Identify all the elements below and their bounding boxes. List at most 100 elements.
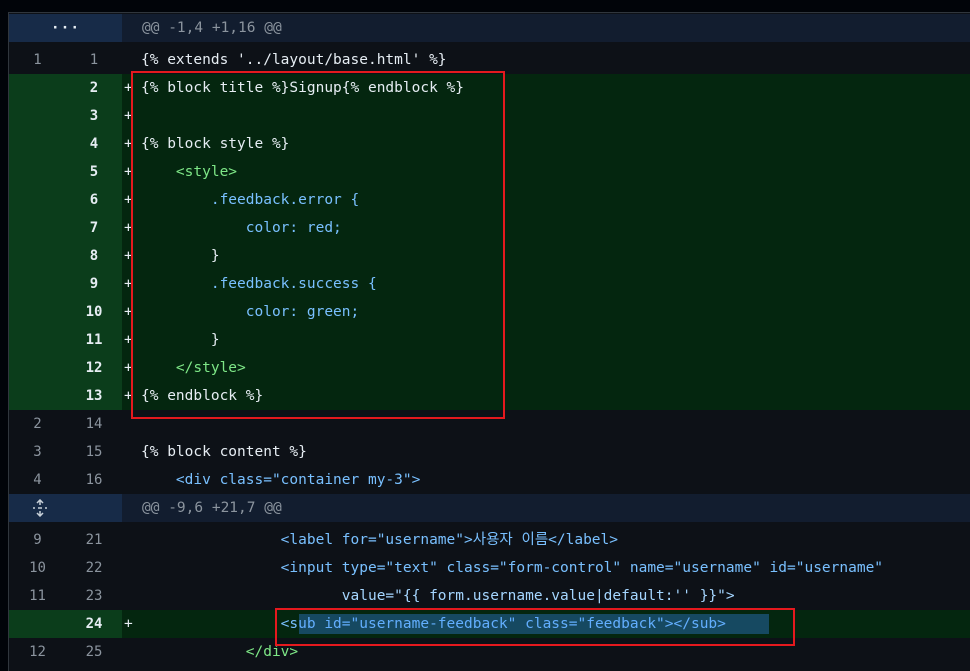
diff-marker: + — [124, 192, 133, 208]
diff-marker — [122, 438, 141, 466]
old-line-number[interactable] — [9, 186, 66, 214]
diff-line-added: 12 + </style> — [9, 354, 970, 382]
old-line-number[interactable] — [9, 74, 66, 102]
diff-marker: + — [124, 136, 133, 152]
new-line-number[interactable]: 23 — [66, 582, 122, 610]
diff-marker: + — [124, 360, 133, 376]
code-line: .feedback.success { — [141, 276, 377, 292]
hunk-header: ··· @@ -1,4 +1,16 @@ — [9, 14, 970, 42]
old-line-number[interactable] — [9, 326, 66, 354]
diff-marker: + — [124, 80, 133, 96]
diff-marker: + — [124, 276, 133, 292]
diff-line: 3 15 {% block content %} — [9, 438, 970, 466]
diff-line: 10 22 <input type="text" class="form-con… — [9, 554, 970, 582]
code-line: value="{{ form.username.value|default:''… — [141, 588, 735, 604]
old-line-number[interactable]: 1 — [9, 46, 66, 74]
code-line: <input type="text" class="form-control" … — [141, 560, 884, 576]
code-line: <div class="container my-3"> — [141, 472, 421, 488]
diff-line: 4 16 <div class="container my-3"> — [9, 466, 970, 494]
diff-marker: + — [124, 304, 133, 320]
code-line: {% block style %} — [141, 136, 290, 152]
diff-marker: + — [124, 164, 133, 180]
diff-marker: + — [124, 388, 133, 404]
diff-marker: + — [124, 220, 133, 236]
hunk-header-text: @@ -1,4 +1,16 @@ — [142, 20, 282, 36]
diff-line: 11 23 value="{{ form.username.value|defa… — [9, 582, 970, 610]
old-line-number[interactable]: 10 — [9, 554, 66, 582]
code-line: <style> — [141, 164, 238, 180]
old-line-number[interactable]: 3 — [9, 438, 66, 466]
diff-line-added: 4 + {% block style %} — [9, 130, 970, 158]
new-line-number[interactable]: 14 — [66, 410, 122, 438]
diff-line-added: 24 + <sub id="username-feedback" class="… — [9, 610, 970, 638]
more-horizontal-icon: ··· — [50, 20, 81, 36]
new-line-number[interactable]: 2 — [66, 74, 122, 102]
top-bar — [0, 0, 970, 12]
code-line: } — [141, 332, 220, 348]
old-line-number[interactable]: 9 — [9, 526, 66, 554]
expand-hunk-button[interactable]: ··· — [9, 14, 122, 42]
diff-line-added: 6 + .feedback.error { — [9, 186, 970, 214]
old-line-number[interactable] — [9, 382, 66, 410]
new-line-number[interactable]: 25 — [66, 638, 122, 666]
diff-marker: + — [124, 248, 133, 264]
code-line: .feedback.error { — [141, 192, 360, 208]
new-line-number[interactable]: 21 — [66, 526, 122, 554]
code-line: color: red; — [141, 220, 342, 236]
code-line: } — [141, 248, 220, 264]
new-line-number[interactable]: 24 — [66, 610, 122, 638]
diff-marker: + — [124, 108, 133, 124]
old-line-number[interactable]: 12 — [9, 638, 66, 666]
old-line-number[interactable] — [9, 214, 66, 242]
new-line-number[interactable]: 11 — [66, 326, 122, 354]
diff-marker: + — [124, 332, 133, 348]
diff-marker — [122, 554, 141, 582]
old-line-number[interactable] — [9, 242, 66, 270]
new-line-number[interactable]: 13 — [66, 382, 122, 410]
old-line-number[interactable]: 2 — [9, 410, 66, 438]
old-line-number[interactable] — [9, 354, 66, 382]
diff-line-added: 7 + color: red; — [9, 214, 970, 242]
old-line-number[interactable]: 11 — [9, 582, 66, 610]
old-line-number[interactable] — [9, 610, 66, 638]
diff-line-added: 5 + <style> — [9, 158, 970, 186]
new-line-number[interactable]: 4 — [66, 130, 122, 158]
diff-line: 9 21 <label for="username">사용자 이름</label… — [9, 526, 970, 554]
diff-marker — [122, 526, 141, 554]
diff-line-added: 8 + } — [9, 242, 970, 270]
diff-marker — [122, 582, 141, 610]
old-line-number[interactable] — [9, 158, 66, 186]
new-line-number[interactable]: 22 — [66, 554, 122, 582]
diff-marker: + — [124, 616, 133, 632]
code-line: {% extends '../layout/base.html' %} — [141, 52, 447, 68]
code-line: </div> — [141, 644, 299, 660]
diff-line: 1 1 {% extends '../layout/base.html' %} — [9, 46, 970, 74]
diff-line-added: 9 + .feedback.success { — [9, 270, 970, 298]
diff-line: 2 14 — [9, 410, 970, 438]
old-line-number[interactable] — [9, 102, 66, 130]
hunk-header: @@ -9,6 +21,7 @@ — [9, 494, 970, 522]
expand-all-button[interactable] — [9, 494, 122, 522]
new-line-number[interactable]: 15 — [66, 438, 122, 466]
new-line-number[interactable]: 12 — [66, 354, 122, 382]
new-line-number[interactable]: 1 — [66, 46, 122, 74]
code-line: </style> — [141, 360, 246, 376]
new-line-number[interactable]: 9 — [66, 270, 122, 298]
code-line: color: green; — [141, 304, 360, 320]
old-line-number[interactable] — [9, 298, 66, 326]
new-line-number[interactable]: 5 — [66, 158, 122, 186]
diff-marker — [122, 466, 141, 494]
code-line: {% block content %} — [141, 444, 307, 460]
new-line-number[interactable]: 3 — [66, 102, 122, 130]
new-line-number[interactable]: 7 — [66, 214, 122, 242]
diff-line-added: 13 + {% endblock %} — [9, 382, 970, 410]
new-line-number[interactable]: 8 — [66, 242, 122, 270]
old-line-number[interactable] — [9, 130, 66, 158]
old-line-number[interactable] — [9, 270, 66, 298]
new-line-number[interactable]: 6 — [66, 186, 122, 214]
code-line: <label for="username">사용자 이름</label> — [141, 532, 618, 548]
new-line-number[interactable]: 10 — [66, 298, 122, 326]
diff-marker — [122, 638, 141, 666]
code-line: {% block title %}Signup{% endblock %} — [141, 80, 465, 96]
